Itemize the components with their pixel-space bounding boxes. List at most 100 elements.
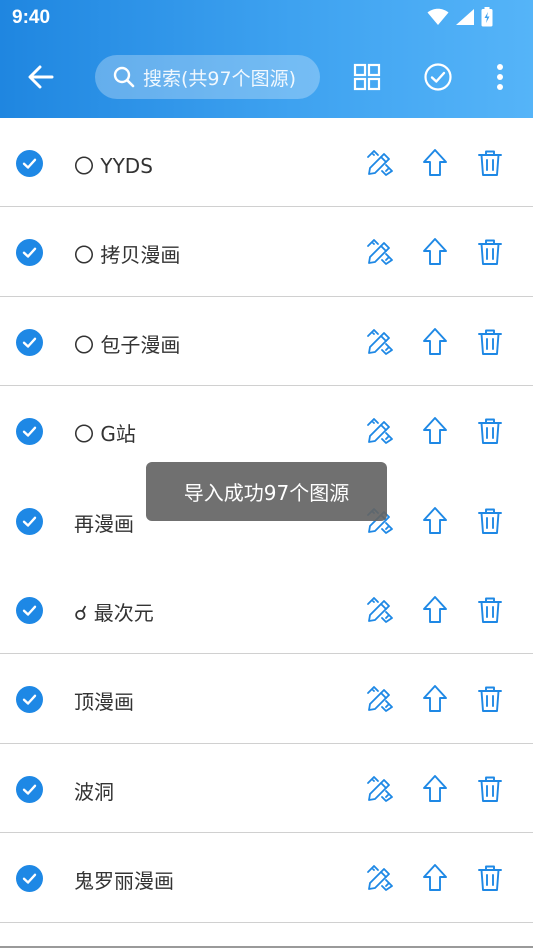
status-time: 9:40	[12, 7, 51, 28]
search-icon	[113, 66, 135, 88]
item-name: 〇 G站	[74, 422, 136, 447]
item-name: 〇 包子漫画	[74, 332, 181, 357]
edit-button[interactable]	[363, 414, 397, 448]
toast-message: 导入成功97个图源	[146, 462, 387, 521]
edit-icon	[367, 239, 393, 266]
item-checkbox[interactable]	[16, 865, 43, 893]
list-item[interactable]: 顶漫画	[0, 654, 533, 744]
upload-icon	[423, 149, 447, 176]
check-icon	[22, 158, 37, 169]
item-name: 再漫画	[74, 511, 134, 536]
upload-icon	[423, 506, 447, 534]
edit-icon	[367, 328, 393, 355]
item-checkbox[interactable]	[16, 686, 43, 714]
check-icon	[22, 426, 37, 437]
item-name: 顶漫画	[74, 690, 134, 715]
item-checkbox[interactable]	[16, 239, 43, 267]
delete-icon	[478, 150, 502, 176]
item-checkbox[interactable]	[16, 150, 43, 177]
status-icons	[427, 7, 493, 27]
delete-icon	[478, 418, 502, 445]
item-name: 〇 拷贝漫画	[74, 243, 181, 268]
delete-button[interactable]	[473, 861, 507, 895]
edit-button[interactable]	[363, 235, 397, 269]
edit-button[interactable]	[363, 325, 397, 359]
check-icon	[22, 873, 37, 884]
upload-button[interactable]	[418, 414, 452, 448]
item-name: ☌ 最次元	[74, 600, 154, 625]
delete-button[interactable]	[473, 325, 507, 359]
edit-icon	[367, 597, 393, 623]
item-checkbox[interactable]	[16, 775, 43, 803]
delete-icon	[478, 239, 502, 266]
delete-icon	[478, 597, 502, 623]
upload-button[interactable]	[418, 504, 452, 538]
upload-icon	[423, 327, 447, 355]
edit-button[interactable]	[363, 682, 397, 716]
wifi-icon	[427, 8, 449, 25]
edit-button[interactable]	[363, 593, 397, 627]
edit-icon	[367, 418, 393, 445]
item-checkbox[interactable]	[16, 507, 43, 535]
delete-icon	[478, 686, 502, 713]
item-name: 波洞	[74, 779, 114, 804]
more-options-button[interactable]	[480, 58, 520, 96]
toolbar: 搜索(共97个图源)	[0, 36, 533, 118]
delete-icon	[478, 329, 502, 355]
upload-button[interactable]	[418, 861, 452, 895]
more-vert-icon	[497, 64, 503, 90]
upload-button[interactable]	[418, 682, 452, 716]
delete-button[interactable]	[473, 772, 507, 806]
edit-button[interactable]	[363, 146, 397, 180]
upload-button[interactable]	[418, 325, 452, 359]
upload-button[interactable]	[418, 772, 452, 806]
item-name: 鬼罗丽漫画	[74, 869, 174, 894]
list-item[interactable]: 〇 包子漫画	[0, 297, 533, 387]
item-checkbox[interactable]	[16, 418, 43, 446]
delete-button[interactable]	[473, 682, 507, 716]
list-item[interactable]: 波洞	[0, 744, 533, 834]
list-item[interactable]: 〇 YYDS	[0, 118, 533, 208]
check-icon	[22, 605, 37, 616]
upload-icon	[423, 596, 447, 623]
delete-button[interactable]	[473, 235, 507, 269]
delete-button[interactable]	[473, 593, 507, 627]
list-item[interactable]: 鬼罗丽漫画	[0, 833, 533, 923]
edit-button[interactable]	[363, 772, 397, 806]
grid-view-icon	[353, 63, 381, 91]
item-checkbox[interactable]	[16, 596, 43, 624]
edit-icon	[367, 686, 393, 713]
delete-icon	[478, 508, 502, 534]
upload-button[interactable]	[418, 146, 452, 180]
list-item[interactable]: ☌ 最次元	[0, 565, 533, 655]
status-bar: 9:40	[0, 0, 533, 36]
check-icon	[22, 247, 37, 259]
edit-button[interactable]	[363, 861, 397, 895]
upload-icon	[423, 864, 447, 892]
check-icon	[22, 516, 37, 527]
search-placeholder: 搜索(共97个图源)	[143, 67, 297, 90]
grid-view-button[interactable]	[347, 58, 387, 96]
upload-button[interactable]	[418, 593, 452, 627]
arrow-back-icon	[28, 65, 54, 89]
check-icon	[22, 694, 37, 706]
app-bar: 9:40 搜索(共97个图源)	[0, 0, 533, 118]
delete-button[interactable]	[473, 146, 507, 180]
check-circle-icon	[424, 63, 452, 91]
delete-button[interactable]	[473, 504, 507, 538]
item-checkbox[interactable]	[16, 328, 43, 356]
edit-icon	[367, 775, 393, 802]
edit-icon	[367, 150, 393, 176]
signal-icon	[456, 9, 474, 25]
search-box[interactable]: 搜索(共97个图源)	[95, 55, 320, 99]
delete-button[interactable]	[473, 414, 507, 448]
select-all-button[interactable]	[418, 58, 458, 96]
upload-button[interactable]	[418, 235, 452, 269]
edit-icon	[367, 865, 393, 892]
upload-icon	[423, 685, 447, 713]
delete-icon	[478, 776, 502, 802]
delete-icon	[478, 865, 502, 892]
back-button[interactable]	[22, 60, 60, 94]
upload-icon	[423, 417, 447, 445]
list-item[interactable]: 〇 拷贝漫画	[0, 207, 533, 297]
